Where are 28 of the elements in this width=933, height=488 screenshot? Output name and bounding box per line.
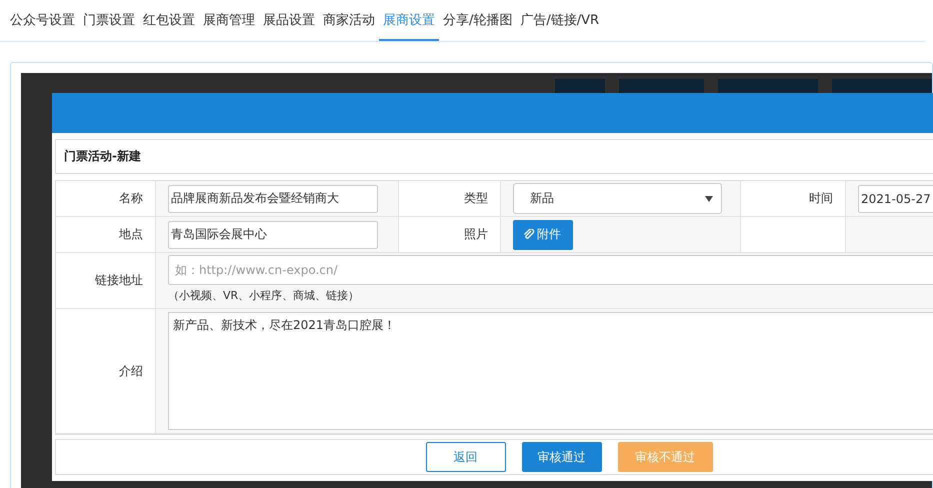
caret-icon: [705, 196, 713, 202]
field-label: 时间: [741, 181, 846, 217]
field-label: 名称: [56, 181, 156, 217]
link-hint: （小视频、VR、小程序、商城、链接）: [168, 288, 360, 304]
name-input[interactable]: 品牌展商新品发布会暨经销商大: [168, 184, 378, 212]
nav-tab[interactable]: 展品设置: [259, 0, 319, 41]
nav-tab[interactable]: 商家活动: [319, 0, 379, 41]
link-input[interactable]: 如：http://www.cn-expo.cn/: [168, 255, 933, 285]
nav-tab[interactable]: 展商管理: [199, 0, 259, 41]
action-button[interactable]: 返回: [426, 442, 506, 472]
intro-textarea[interactable]: 新产品、新技术，尽在2021青岛口腔展！: [168, 312, 933, 430]
field-label: 介绍: [56, 309, 156, 434]
place-input[interactable]: 青岛国际会展中心: [168, 220, 378, 248]
time-input[interactable]: 2021-05-27: [858, 184, 933, 212]
paperclip-icon: [523, 228, 535, 240]
field-label: 链接地址: [56, 253, 156, 309]
nav-tab[interactable]: 门票设置: [79, 0, 139, 41]
field-label: 地点: [56, 217, 156, 253]
field-label: 照片: [399, 217, 501, 253]
type-select[interactable]: 新品: [513, 183, 722, 214]
attach-button[interactable]: 附件: [513, 220, 573, 250]
field-label: 类型: [399, 181, 501, 217]
action-button[interactable]: 审核通过: [522, 442, 602, 472]
nav-tab[interactable]: 公众号设置: [6, 0, 79, 41]
form-title: 门票活动-新建: [55, 139, 933, 174]
nav-tab[interactable]: 广告/链接/VR: [516, 0, 604, 41]
nav-tab[interactable]: 分享/轮播图: [439, 0, 516, 41]
nav-tab[interactable]: 红包设置: [139, 0, 199, 41]
